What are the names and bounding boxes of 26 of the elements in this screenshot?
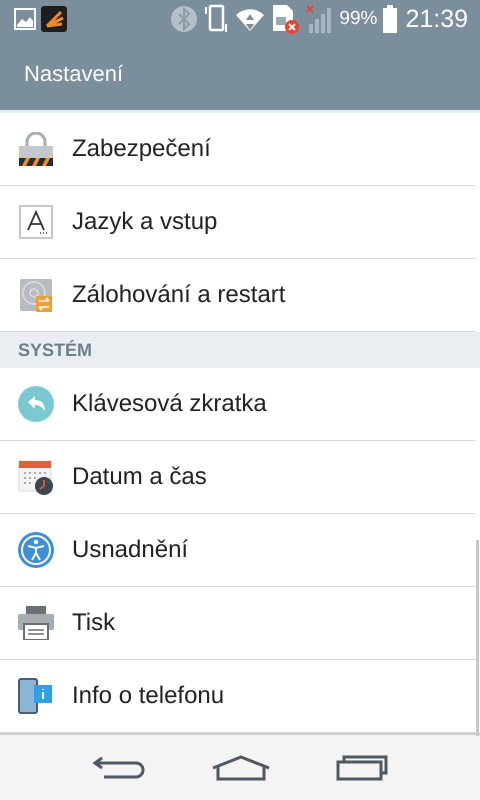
battery-percentage: 99% [339, 8, 378, 30]
gallery-icon [14, 8, 36, 30]
back-icon[interactable] [92, 755, 146, 781]
settings-item[interactable]: Klávesová zkratka [0, 368, 476, 441]
phone-info-icon [18, 678, 54, 714]
calendar-clock-icon [18, 459, 54, 495]
settings-item[interactable]: Jazyk a vstup [0, 186, 476, 259]
printer-icon [18, 606, 54, 640]
bluetooth-icon [170, 5, 198, 33]
lock-icon [18, 132, 54, 166]
screen-title: Nastavení [24, 61, 124, 87]
section-header: SYSTÉM [0, 332, 480, 368]
accessibility-icon [18, 532, 54, 568]
settings-item[interactable]: Datum a čas [0, 441, 476, 514]
battery-icon [382, 5, 398, 33]
settings-item[interactable]: Usnadnění [0, 514, 476, 587]
settings-item[interactable]: Tisk [0, 587, 476, 660]
clock-time: 21:39 [405, 4, 468, 34]
home-icon[interactable] [210, 755, 271, 781]
font-letter-icon [19, 205, 53, 239]
settings-item[interactable]: Zabezpečení [0, 113, 476, 186]
vibrate-icon [203, 4, 230, 34]
app-icon [41, 6, 67, 32]
disc-backup-icon [19, 278, 53, 312]
sim-error-icon [271, 3, 302, 35]
recent-apps-icon[interactable] [336, 755, 388, 781]
